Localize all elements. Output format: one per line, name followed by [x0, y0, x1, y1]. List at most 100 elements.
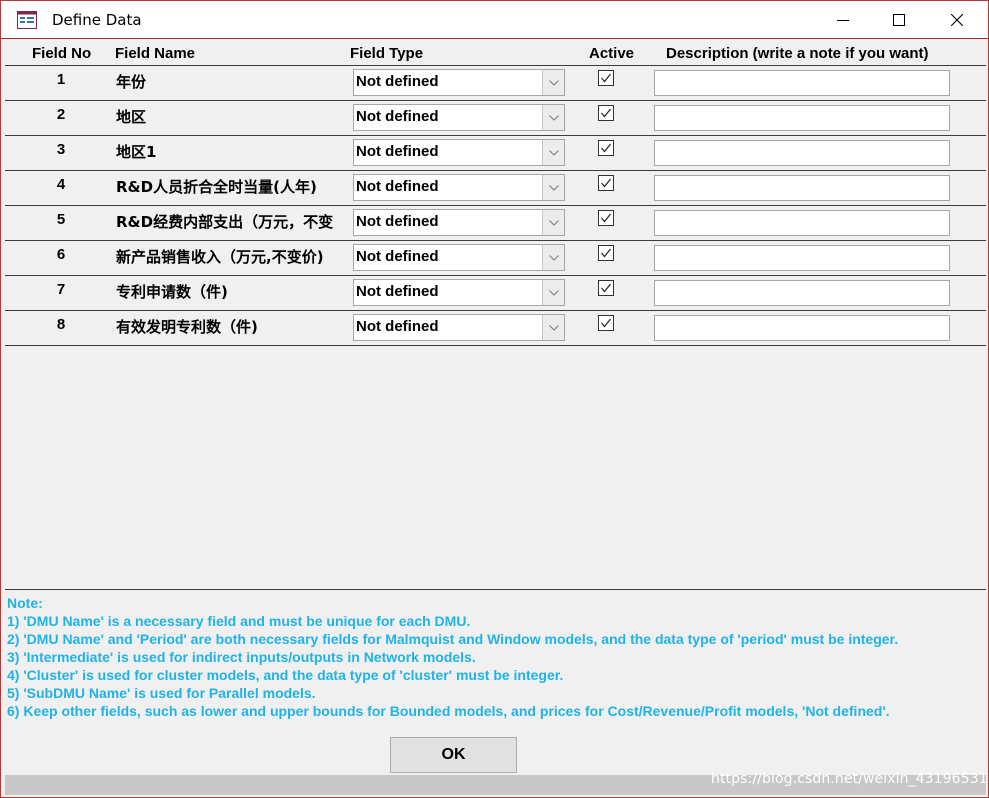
column-header-field-type: Field Type [350, 45, 424, 62]
active-checkbox[interactable] [598, 140, 614, 156]
note-line: 3) 'Intermediate' is used for indirect i… [7, 649, 476, 665]
chevron-down-icon [548, 114, 559, 121]
field-name-cell: 新产品销售收入（万元,不变价) [116, 248, 324, 266]
description-input[interactable] [654, 175, 950, 201]
field-type-value: Not defined [356, 73, 439, 90]
title-bar[interactable]: Define Data [1, 1, 988, 39]
field-type-select[interactable]: Not defined [353, 244, 565, 271]
chevron-down-icon [548, 184, 559, 191]
chevron-down-icon [548, 324, 559, 331]
form-icon [17, 11, 37, 29]
field-name-cell: 地区1 [116, 143, 157, 161]
note-line: 5) 'SubDMU Name' is used for Parallel mo… [7, 685, 316, 701]
note-heading: Note: [7, 595, 43, 611]
table-row: 6 新产品销售收入（万元,不变价) Not defined [1, 241, 989, 276]
field-no-cell: 5 [56, 211, 66, 228]
description-input[interactable] [654, 140, 950, 166]
checkmark-icon [601, 178, 611, 188]
active-checkbox[interactable] [598, 175, 614, 191]
column-header-field-no: Field No [32, 45, 92, 62]
close-icon [951, 14, 963, 26]
checkmark-icon [601, 143, 611, 153]
dropdown-button[interactable] [542, 175, 564, 200]
field-type-value: Not defined [356, 318, 439, 335]
active-checkbox[interactable] [598, 280, 614, 296]
table-row: 4 R&D人员折合全时当量(人年) Not defined [1, 171, 989, 206]
field-name-cell: 专利申请数（件) [116, 283, 228, 301]
dropdown-button[interactable] [542, 105, 564, 130]
checkmark-icon [601, 283, 611, 293]
field-type-select[interactable]: Not defined [353, 279, 565, 306]
ok-button[interactable]: OK [390, 737, 517, 773]
minimize-button[interactable] [814, 1, 872, 39]
note-line: 1) 'DMU Name' is a necessary field and m… [7, 613, 471, 629]
field-type-select[interactable]: Not defined [353, 104, 565, 131]
table-row: 7 专利申请数（件) Not defined [1, 276, 989, 311]
checkmark-icon [601, 108, 611, 118]
checkmark-icon [601, 248, 611, 258]
field-type-value: Not defined [356, 248, 439, 265]
note-line: 4) 'Cluster' is used for cluster models,… [7, 667, 564, 683]
field-no-cell: 4 [56, 176, 66, 193]
field-no-cell: 8 [56, 316, 66, 333]
note-line: 2) 'DMU Name' and 'Period' are both nece… [7, 631, 899, 647]
dropdown-button[interactable] [542, 140, 564, 165]
minimize-icon [837, 20, 849, 21]
description-input[interactable] [654, 245, 950, 271]
table-row: 5 R&D经费内部支出（万元，不变 Not defined [1, 206, 989, 241]
field-type-select[interactable]: Not defined [353, 209, 565, 236]
field-type-select[interactable]: Not defined [353, 69, 565, 96]
field-type-select[interactable]: Not defined [353, 314, 565, 341]
field-no-cell: 3 [56, 141, 66, 158]
table-row: 2 地区 Not defined [1, 101, 989, 136]
dropdown-button[interactable] [542, 315, 564, 340]
active-checkbox[interactable] [598, 210, 614, 226]
dropdown-button[interactable] [542, 210, 564, 235]
close-button[interactable] [928, 1, 986, 39]
table-row: 1 年份 Not defined [1, 66, 989, 101]
field-no-cell: 7 [56, 281, 66, 298]
divider [5, 589, 986, 590]
field-no-cell: 1 [56, 71, 66, 88]
field-type-select[interactable]: Not defined [353, 174, 565, 201]
field-type-value: Not defined [356, 213, 439, 230]
maximize-button[interactable] [870, 1, 928, 39]
dropdown-button[interactable] [542, 245, 564, 270]
field-no-cell: 2 [56, 106, 66, 123]
description-input[interactable] [654, 315, 950, 341]
table-row: 8 有效发明专利数（件) Not defined [1, 311, 989, 346]
field-type-value: Not defined [356, 283, 439, 300]
chevron-down-icon [548, 289, 559, 296]
active-checkbox[interactable] [598, 70, 614, 86]
define-data-window: Define Data Field No Field Name Field Ty… [0, 0, 989, 798]
description-input[interactable] [654, 280, 950, 306]
window-title: Define Data [52, 11, 142, 29]
checkmark-icon [601, 73, 611, 83]
field-name-cell: R&D人员折合全时当量(人年) [116, 178, 317, 196]
field-type-value: Not defined [356, 108, 439, 125]
field-name-cell: 有效发明专利数（件) [116, 318, 258, 336]
column-header-active: Active [589, 45, 635, 62]
checkmark-icon [601, 318, 611, 328]
row-divider [5, 345, 986, 346]
watermark-text: https://blog.csdn.net/weixin_43196531 [711, 771, 988, 787]
dropdown-button[interactable] [542, 280, 564, 305]
checkmark-icon [601, 213, 611, 223]
active-checkbox[interactable] [598, 245, 614, 261]
active-checkbox[interactable] [598, 315, 614, 331]
active-checkbox[interactable] [598, 105, 614, 121]
description-input[interactable] [654, 210, 950, 236]
description-input[interactable] [654, 70, 950, 96]
field-type-select[interactable]: Not defined [353, 139, 565, 166]
column-header-field-name: Field Name [115, 45, 196, 62]
dropdown-button[interactable] [542, 70, 564, 95]
description-input[interactable] [654, 105, 950, 131]
chevron-down-icon [548, 254, 559, 261]
field-name-cell: 地区 [116, 108, 147, 126]
field-type-value: Not defined [356, 178, 439, 195]
maximize-icon [893, 14, 905, 26]
field-no-cell: 6 [56, 246, 66, 263]
field-type-value: Not defined [356, 143, 439, 160]
field-name-cell: 年份 [116, 73, 147, 91]
table-row: 3 地区1 Not defined [1, 136, 989, 171]
